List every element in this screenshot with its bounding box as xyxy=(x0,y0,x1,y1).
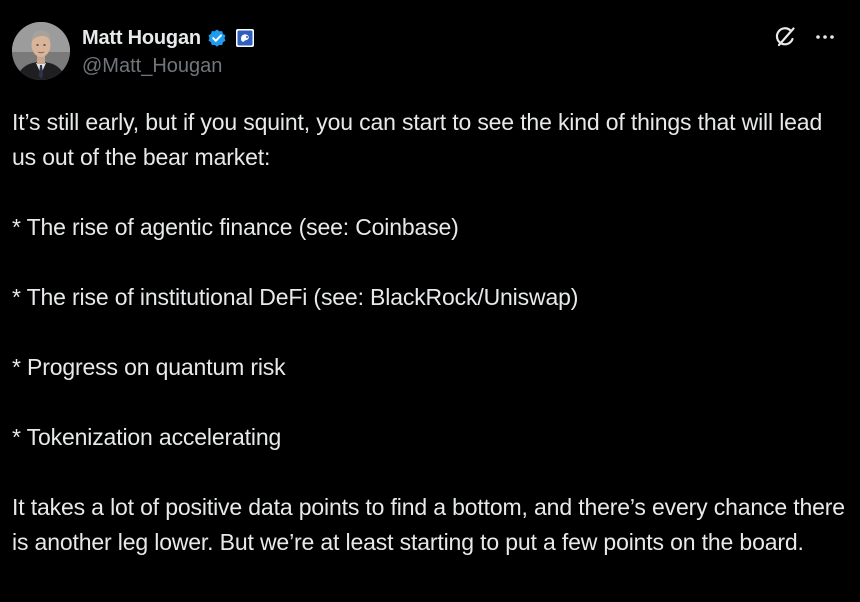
more-options-icon[interactable] xyxy=(812,24,838,50)
affiliate-badge-icon[interactable] xyxy=(234,27,256,49)
tweet-bullet: * Tokenization accelerating xyxy=(12,424,282,450)
tweet-paragraph: It’s still early, but if you squint, you… xyxy=(12,109,829,170)
author-display-name[interactable]: Matt Hougan xyxy=(82,27,201,50)
verified-badge-icon[interactable] xyxy=(206,27,228,49)
name-row: Matt Hougan xyxy=(82,26,256,50)
tweet-header: Matt Hougan @Matt_Hougan xyxy=(12,22,256,80)
tweet-bullet: * Progress on quantum risk xyxy=(12,354,286,380)
tweet-paragraph: It takes a lot of positive data points t… xyxy=(12,494,852,555)
tweet-bullet: * The rise of agentic finance (see: Coin… xyxy=(12,214,459,240)
author-handle[interactable]: @Matt_Hougan xyxy=(82,55,256,78)
grok-icon[interactable] xyxy=(772,24,798,50)
tweet-text: It’s still early, but if you squint, you… xyxy=(12,105,848,560)
author-names: Matt Hougan @Matt_Hougan xyxy=(82,26,256,78)
tweet-actions xyxy=(772,24,838,50)
avatar-portrait-icon xyxy=(12,22,70,80)
tweet-card: Matt Hougan @Matt_Hougan It’s still earl… xyxy=(0,0,860,602)
avatar[interactable] xyxy=(12,22,70,80)
tweet-bullet: * The rise of institutional DeFi (see: B… xyxy=(12,284,579,310)
